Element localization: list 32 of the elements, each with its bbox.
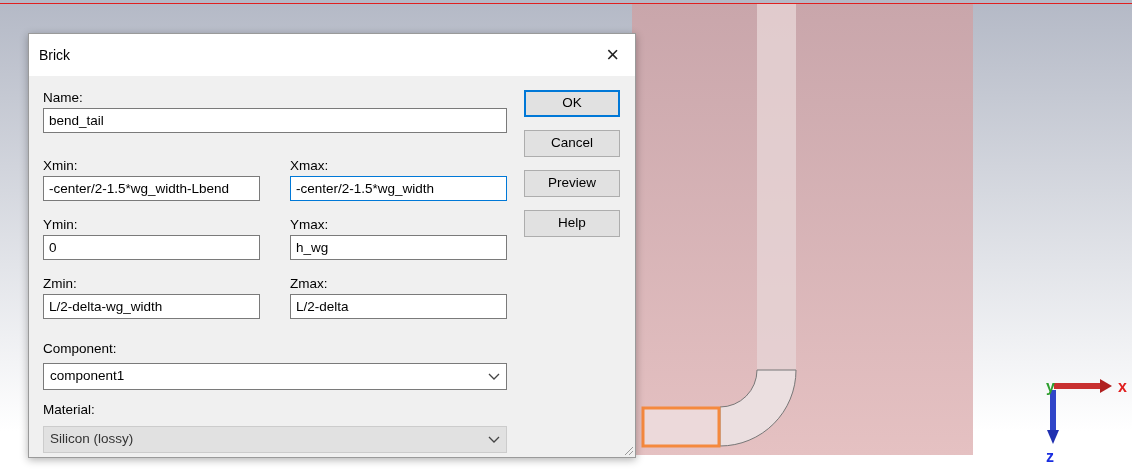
chevron-down-icon <box>488 372 500 381</box>
dialog-button[interactable]: OK <box>524 90 620 117</box>
input-field[interactable]: L/2-delta <box>290 294 507 319</box>
chevron-down-icon <box>488 435 500 444</box>
input-field[interactable]: h_wg <box>290 235 507 260</box>
dropdown-value: Silicon (lossy) <box>50 430 134 449</box>
field-label: Component: <box>43 341 118 357</box>
input-field[interactable]: bend_tail <box>43 108 507 133</box>
dropdown-value: component1 <box>50 367 125 386</box>
input-field[interactable]: L/2-delta-wg_width <box>43 294 260 319</box>
axis-label: x <box>1118 378 1127 395</box>
field-label: Ymax: <box>290 217 330 233</box>
field-label: Material: <box>43 402 96 418</box>
input-field[interactable]: 0 <box>43 235 260 260</box>
input-field[interactable]: -center/2-1.5*wg_width <box>290 176 507 201</box>
close-button[interactable]: × <box>602 44 623 66</box>
dialog-button[interactable]: Cancel <box>524 130 620 157</box>
field-label: Ymin: <box>43 217 79 233</box>
field-label: Name: <box>43 90 84 106</box>
input-field[interactable]: -center/2-1.5*wg_width-Lbend <box>43 176 260 201</box>
field-label: Xmin: <box>43 158 79 174</box>
field-label: Zmin: <box>43 276 78 292</box>
axis-label: y <box>1046 378 1055 395</box>
axis-label: z <box>1046 448 1054 464</box>
resize-grip-icon[interactable] <box>622 444 634 456</box>
dialog-title: Brick <box>39 45 71 65</box>
dropdown[interactable]: component1 <box>43 363 507 390</box>
field-label: Zmax: <box>290 276 329 292</box>
dialog-button[interactable]: Help <box>524 210 620 237</box>
x-axis-arrow <box>1054 379 1112 393</box>
dialog-button[interactable]: Preview <box>524 170 620 197</box>
field-label: Xmax: <box>290 158 330 174</box>
